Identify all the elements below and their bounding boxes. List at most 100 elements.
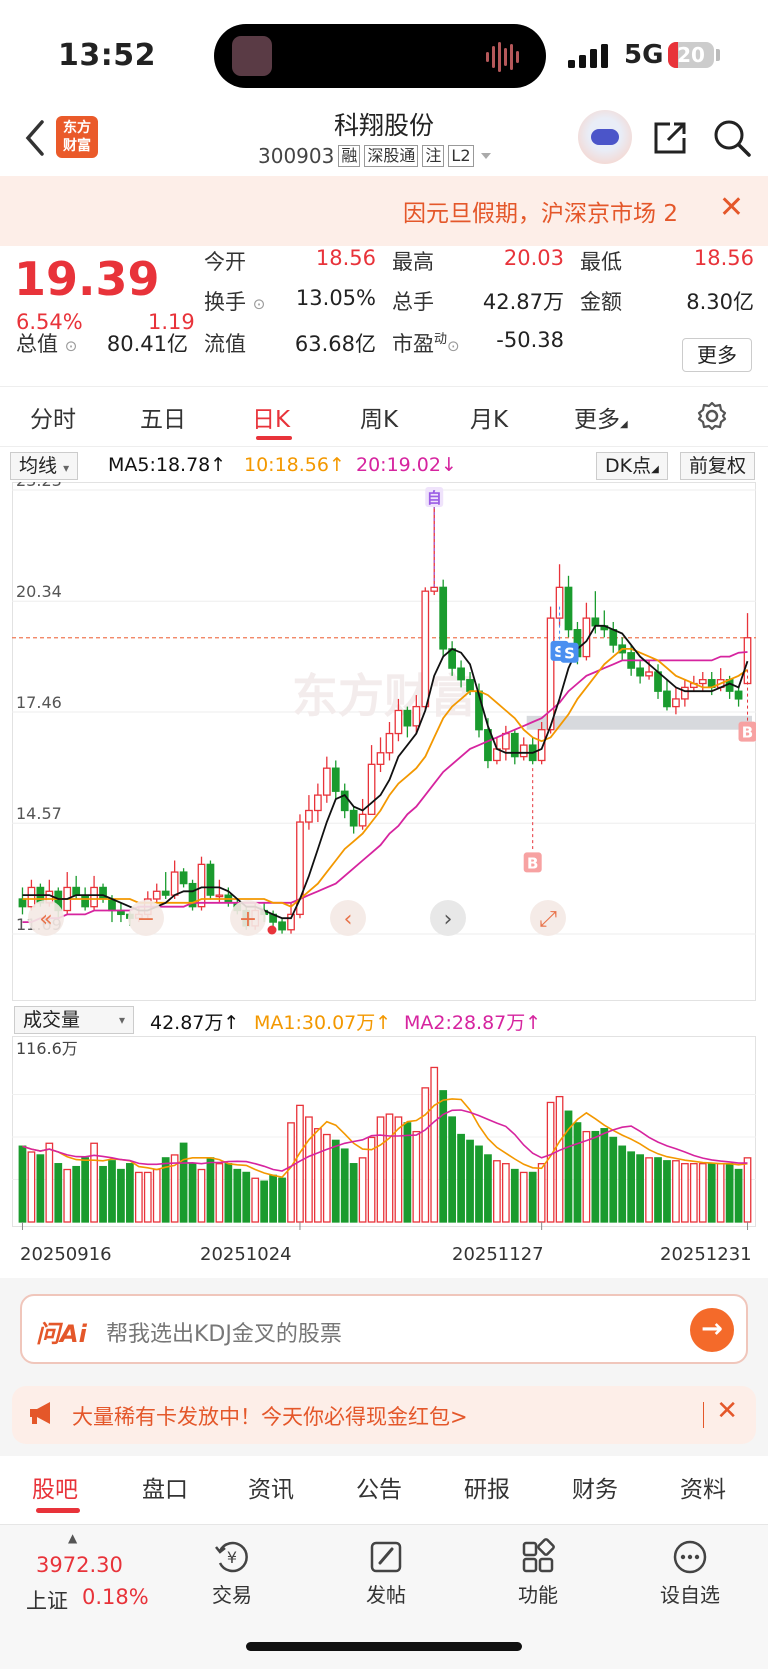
volume-bar-up — [143, 1171, 152, 1223]
arrow-up-icon: ↑ — [328, 454, 345, 476]
candle — [313, 783, 322, 823]
ai-query-box[interactable]: 问Ai 帮我选出KDJ金叉的股票 → — [20, 1294, 748, 1364]
candle — [188, 879, 197, 911]
candle-body-down — [278, 921, 286, 931]
tab-announcements[interactable]: 公告 — [356, 1470, 402, 1504]
search-icon[interactable] — [712, 118, 752, 158]
dk-point-select[interactable]: DK点◢ — [596, 452, 668, 480]
index-name[interactable]: 上证 — [26, 1585, 68, 1615]
corner-arrow-icon: ◢ — [651, 464, 659, 475]
volume-bar-down — [734, 1168, 743, 1223]
nav-post[interactable]: 发帖 — [336, 1535, 436, 1608]
volume-ma2: MA2:28.87万↑ — [404, 1008, 541, 1035]
candle-body-up — [385, 732, 394, 754]
float-label: 流值 — [204, 332, 246, 356]
candle — [510, 729, 519, 765]
candle-body-up — [322, 767, 331, 796]
tag-connect: 深股通 — [364, 145, 419, 167]
volume-bar-up — [358, 1157, 367, 1223]
ai-robot-avatar[interactable] — [578, 110, 632, 164]
chart-nav-button[interactable]: ‹ — [330, 900, 366, 936]
candle-body-up — [367, 763, 376, 815]
arrow-up-icon: ↑ — [525, 1012, 542, 1034]
share-icon[interactable] — [650, 118, 690, 158]
close-icon[interactable]: ✕ — [716, 1396, 738, 1426]
candle — [18, 887, 27, 915]
settings-gear-icon[interactable] — [696, 400, 728, 432]
tab-weekly-k[interactable]: 周K — [360, 400, 398, 434]
volume-bar-down — [179, 1142, 188, 1223]
volume-label: 总手 — [392, 290, 434, 314]
volume-bar-up — [421, 1087, 430, 1223]
chart-nav-button[interactable]: − — [128, 900, 164, 936]
self-select-marker: 自 — [425, 487, 444, 507]
chart-nav-button[interactable]: + — [230, 900, 266, 936]
battery-icon: 20 — [668, 42, 714, 68]
stock-subtitle[interactable]: 300903 融 深股通 注 L2 — [258, 144, 494, 168]
candle — [546, 606, 555, 734]
chart-nav-button[interactable]: › — [430, 900, 466, 936]
active-tab-underline — [256, 436, 292, 440]
volume-bar-up — [680, 1163, 689, 1223]
candle — [152, 883, 161, 903]
tab-monthly-k[interactable]: 月K — [470, 400, 508, 434]
chart-nav-button[interactable]: ⤢ — [530, 900, 566, 936]
adjust-select[interactable]: 前复权 — [680, 452, 756, 480]
volume-indicator-select[interactable]: 成交量 ▾ — [14, 1006, 134, 1034]
turnover-label[interactable]: 换手 ⊙ — [204, 286, 265, 316]
volume-bar-down — [707, 1163, 716, 1223]
candle — [340, 783, 349, 819]
tab-news[interactable]: 资讯 — [248, 1470, 294, 1504]
candle — [519, 737, 528, 761]
pe-label[interactable]: 市盈动⊙ — [392, 328, 460, 358]
candle — [117, 902, 125, 923]
tab-daily-k[interactable]: 日K — [252, 400, 290, 434]
candle — [179, 868, 188, 888]
mktcap-label-text: 总值 — [16, 332, 58, 356]
indicator-select[interactable]: 均线 ▾ — [10, 452, 79, 480]
close-icon[interactable]: ✕ — [719, 190, 744, 225]
promo-banner[interactable]: 大量稀有卡发放中！今天你必得现金红包> ✕ — [12, 1386, 756, 1444]
tab-guba[interactable]: 股吧 — [32, 1470, 78, 1504]
tab-five-day[interactable]: 五日 — [140, 400, 186, 434]
candle — [403, 706, 412, 738]
open-label: 今开 — [204, 250, 246, 274]
nav-trade[interactable]: ¥ 交易 — [182, 1535, 282, 1608]
nav-add-watchlist[interactable]: 设自选 — [640, 1535, 740, 1608]
volume-bar-up — [394, 1116, 403, 1223]
buy-marker: B — [523, 852, 542, 873]
network-type: 5G — [624, 40, 664, 70]
volume-value: 42.87万 — [482, 290, 564, 314]
volume-bar-up — [501, 1163, 510, 1223]
volume-bar-down — [233, 1168, 242, 1223]
divider — [0, 446, 768, 447]
arrow-right-icon[interactable]: → — [690, 1308, 734, 1352]
index-change[interactable]: 0.18% — [82, 1585, 149, 1609]
tab-financials[interactable]: 财务 — [572, 1470, 618, 1504]
index-value[interactable]: 3972.30 — [36, 1553, 123, 1577]
nav-functions-label: 功能 — [518, 1583, 558, 1607]
holiday-notice[interactable]: 因元旦假期，沪深京市场 2 ✕ — [0, 176, 768, 246]
tab-intraday[interactable]: 分时 — [30, 400, 76, 434]
candle-body-up — [394, 709, 403, 735]
more-button[interactable]: 更多 — [682, 338, 752, 372]
candlestick-chart[interactable]: 23.2320.3417.4614.5711.69东方财富自BSSB«−+‹›⤢ — [12, 482, 756, 1002]
chart-nav-button[interactable]: « — [28, 900, 64, 936]
tab-profile[interactable]: 资料 — [680, 1470, 726, 1504]
candle — [734, 687, 743, 707]
arrow-up-icon: ↑ — [375, 1012, 392, 1034]
status-bar: 13:52 5G 20 — [0, 0, 768, 110]
tab-order-book[interactable]: 盘口 — [142, 1470, 188, 1504]
nav-functions[interactable]: 功能 — [488, 1535, 588, 1608]
corner-arrow-icon: ◢ — [620, 419, 628, 430]
candle-body-up — [680, 686, 689, 700]
candle-body-up — [698, 679, 707, 685]
tab-more[interactable]: 更多◢ — [574, 400, 628, 434]
mktcap-label[interactable]: 总值 ⊙ — [16, 328, 77, 358]
volume-bar-up — [430, 1066, 439, 1223]
volume-chart[interactable]: 116.6万 — [12, 1036, 756, 1236]
tab-research[interactable]: 研报 — [464, 1470, 510, 1504]
volume-bar-down — [403, 1122, 412, 1223]
volume-bar-down — [484, 1154, 492, 1223]
volume-bar-down — [510, 1168, 519, 1223]
